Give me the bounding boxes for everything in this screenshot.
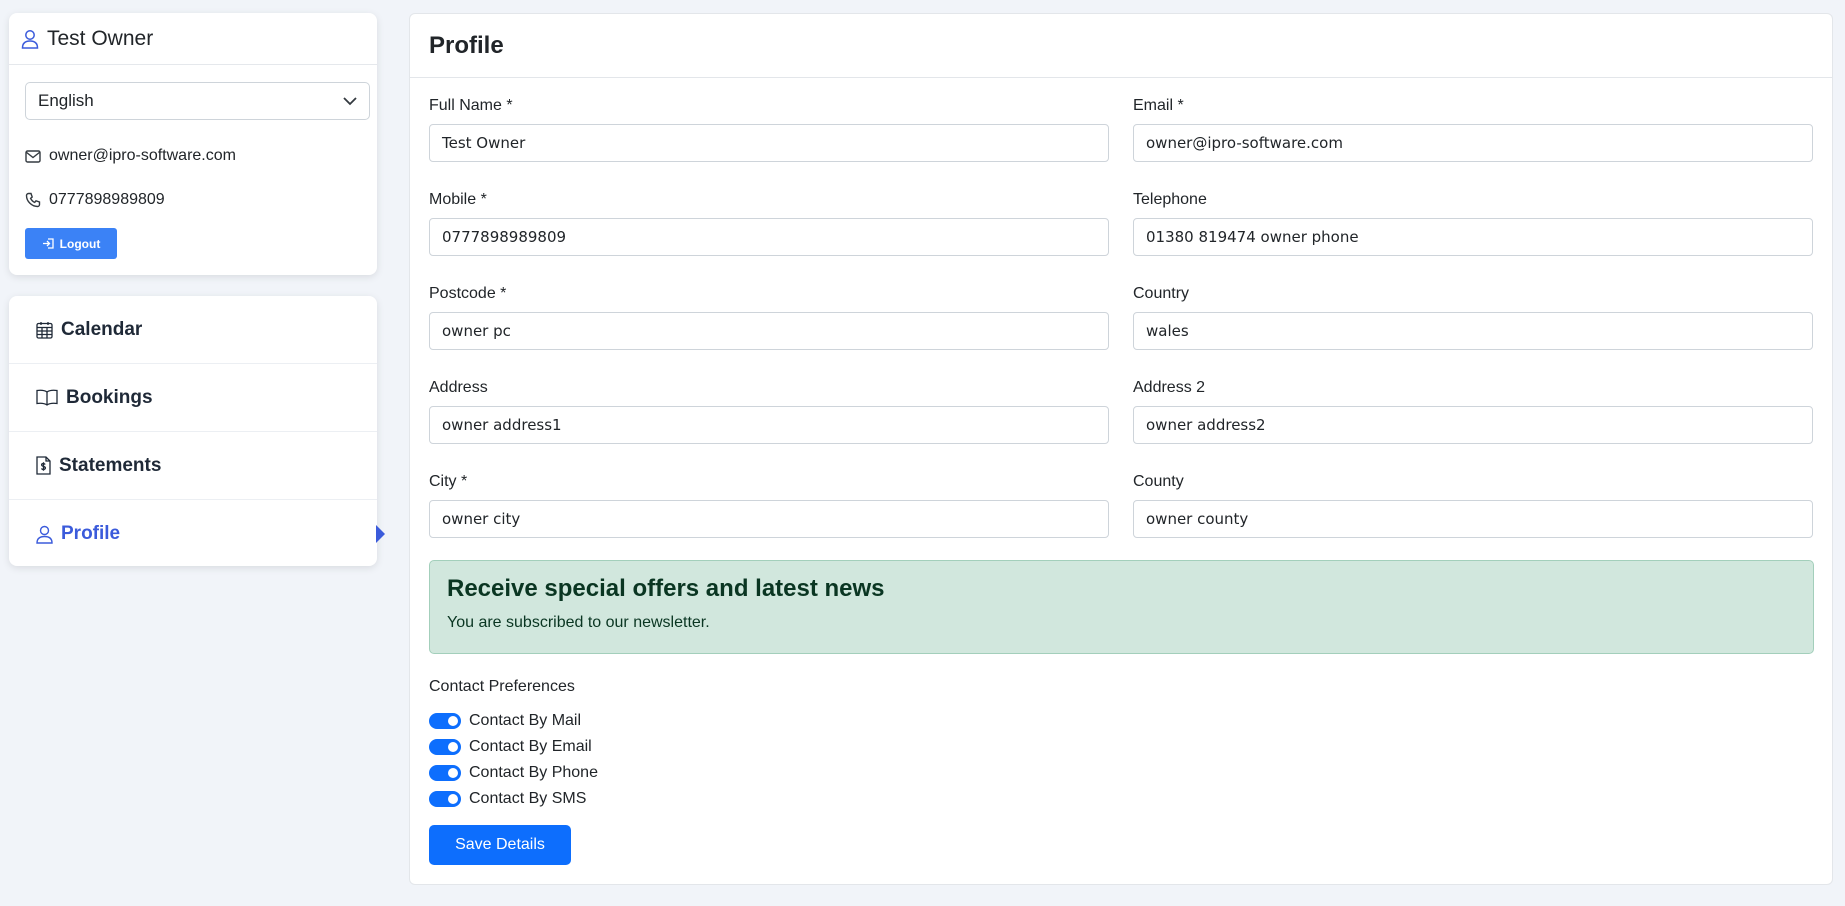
mobile-label: Mobile * [429, 191, 487, 208]
full-name-input[interactable]: Test Owner [429, 124, 1109, 162]
address2-label: Address 2 [1133, 379, 1206, 396]
newsletter-heading: Receive special offers and latest news [447, 575, 885, 602]
city-input[interactable]: owner city [429, 500, 1109, 538]
contact-by-mail-toggle[interactable] [429, 713, 461, 729]
telephone-field: Telephone 01380 819474 owner phone [1133, 191, 1813, 256]
contact-preferences-label: Contact Preferences [429, 678, 575, 695]
postcode-label: Postcode * [429, 285, 507, 302]
contact-by-phone-label: Contact By Phone [469, 764, 598, 781]
contact-by-sms-label: Contact By SMS [469, 790, 587, 807]
user-email-row: owner@ipro-software.com [25, 147, 236, 165]
user-icon [21, 29, 39, 49]
sidebar-item-label: Statements [59, 454, 162, 476]
user-icon [36, 525, 53, 544]
country-field: Country wales [1133, 285, 1813, 350]
sidebar-item-calendar[interactable]: Calendar [9, 296, 377, 364]
country-label: Country [1133, 285, 1190, 302]
active-pointer-icon [376, 525, 385, 543]
statement-icon [36, 456, 51, 475]
language-select[interactable]: English [25, 82, 370, 120]
country-input[interactable]: wales [1133, 312, 1813, 350]
sidebar-item-label: Bookings [66, 386, 153, 408]
phone-icon [25, 192, 41, 208]
postcode-field: Postcode * owner pc [429, 285, 1109, 350]
address-input[interactable]: owner address1 [429, 406, 1109, 444]
city-label: City * [429, 473, 468, 490]
contact-by-phone-toggle[interactable] [429, 765, 461, 781]
language-selected-value: English [38, 91, 94, 110]
contact-by-email-toggle[interactable] [429, 739, 461, 755]
email-input[interactable]: owner@ipro-software.com [1133, 124, 1813, 162]
newsletter-text: You are subscribed to our newsletter. [447, 614, 710, 631]
address2-input[interactable]: owner address2 [1133, 406, 1813, 444]
contact-by-email-label: Contact By Email [469, 738, 592, 755]
contact-by-mail-row: Contact By Mail [429, 708, 598, 734]
address-label: Address [429, 379, 488, 396]
contact-by-sms-toggle[interactable] [429, 791, 461, 807]
email-label: Email * [1133, 97, 1184, 114]
contact-preferences: Contact Preferences Contact By Mail Cont… [429, 678, 598, 812]
newsletter-alert: Receive special offers and latest news Y… [429, 560, 1814, 654]
sidebar-nav: Calendar Bookings Statements Profile [9, 296, 385, 568]
full-name-label: Full Name * [429, 97, 513, 114]
chevron-down-icon [343, 96, 357, 106]
user-email: owner@ipro-software.com [49, 147, 236, 164]
mobile-field: Mobile * 0777898989809 [429, 191, 1109, 256]
user-card: Test Owner English owner@ipro-software.c… [9, 13, 377, 275]
email-field: Email * owner@ipro-software.com [1133, 97, 1813, 162]
county-field: County owner county [1133, 473, 1813, 538]
sidebar-item-bookings[interactable]: Bookings [9, 364, 377, 432]
profile-panel: Profile Full Name * Test Owner Email * o… [409, 13, 1833, 885]
contact-by-mail-label: Contact By Mail [469, 712, 582, 729]
sidebar-item-label: Profile [61, 523, 121, 544]
telephone-label: Telephone [1133, 191, 1207, 208]
envelope-icon [25, 149, 41, 163]
logout-button[interactable]: Logout [25, 228, 117, 259]
mobile-input[interactable]: 0777898989809 [429, 218, 1109, 256]
sidebar-item-label: Calendar [61, 318, 143, 340]
logout-label: Logout [59, 236, 101, 251]
contact-by-phone-row: Contact By Phone [429, 760, 598, 786]
address-field: Address owner address1 [429, 379, 1109, 444]
sidebar-item-profile[interactable]: Profile [9, 500, 385, 568]
logout-icon [42, 238, 54, 249]
user-phone: 0777898989809 [49, 191, 165, 208]
book-icon [36, 389, 58, 406]
user-card-header: Test Owner [9, 13, 377, 65]
sidebar-item-statements[interactable]: Statements [9, 432, 377, 500]
calendar-icon [36, 321, 53, 339]
save-details-button[interactable]: Save Details [429, 825, 571, 865]
address2-field: Address 2 owner address2 [1133, 379, 1813, 444]
contact-by-sms-row: Contact By SMS [429, 786, 598, 812]
county-label: County [1133, 473, 1184, 490]
city-field: City * owner city [429, 473, 1109, 538]
user-name: Test Owner [47, 26, 154, 50]
user-phone-row: 0777898989809 [25, 191, 165, 209]
page-title: Profile [429, 31, 504, 59]
telephone-input[interactable]: 01380 819474 owner phone [1133, 218, 1813, 256]
profile-header: Profile [410, 14, 1832, 78]
contact-by-email-row: Contact By Email [429, 734, 598, 760]
county-input[interactable]: owner county [1133, 500, 1813, 538]
full-name-field: Full Name * Test Owner [429, 97, 1109, 162]
postcode-input[interactable]: owner pc [429, 312, 1109, 350]
